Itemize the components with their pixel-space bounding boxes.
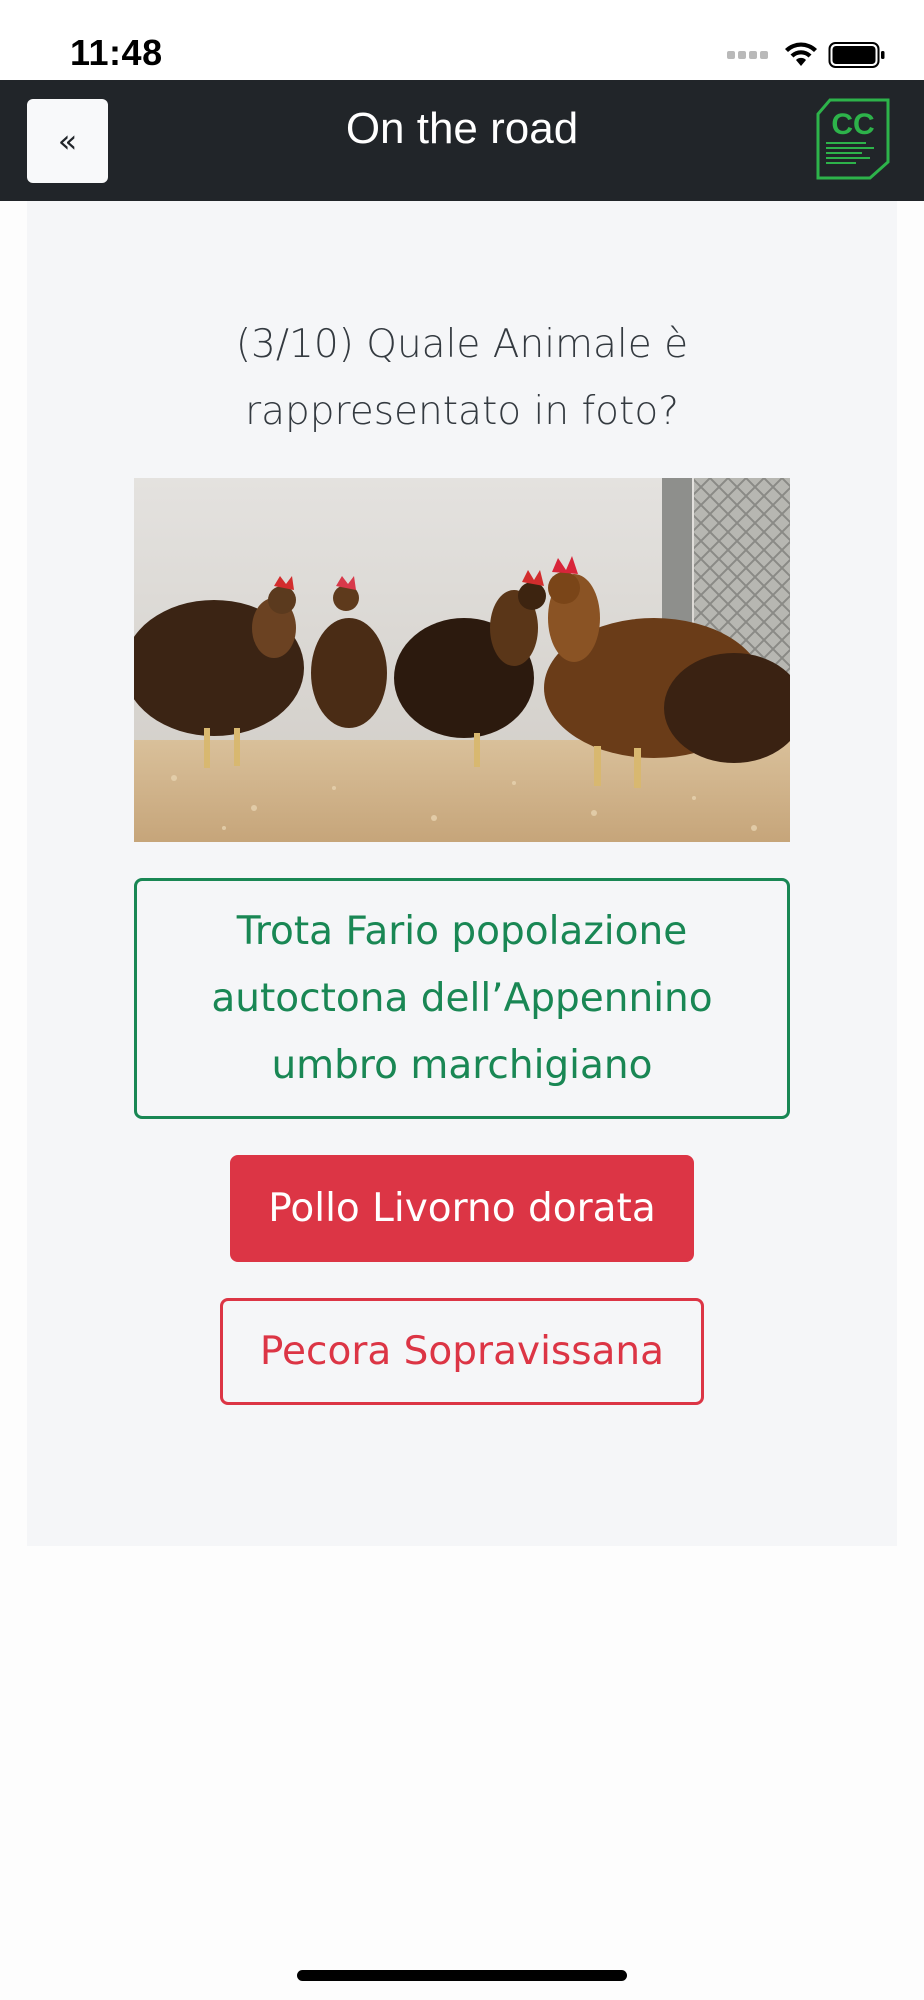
answer-1-line-2: autoctona dell’Appennino xyxy=(211,976,713,1021)
answer-option-3[interactable]: Pecora Sopravissana xyxy=(220,1298,704,1405)
signal-icon xyxy=(727,51,768,59)
answer-option-2[interactable]: Pollo Livorno dorata xyxy=(230,1155,694,1262)
question-line-1: (3/10) Quale Animale è xyxy=(235,322,689,367)
answer-option-1[interactable]: Trota Fario popolazione autoctona dell’A… xyxy=(134,878,790,1119)
battery-icon xyxy=(828,42,885,68)
page-title: On the road xyxy=(345,104,579,153)
chicken-photo xyxy=(134,478,790,842)
logo-text: CC xyxy=(831,108,874,141)
status-time: 11:48 xyxy=(70,32,163,73)
answer-1-line-3: umbro marchigiano xyxy=(271,1043,653,1088)
question-line-2: rappresentato in foto? xyxy=(245,389,679,434)
quiz-card: (3/10) Quale Animale è rappresentato in … xyxy=(27,201,897,1546)
status-bar: 11:48 xyxy=(0,0,924,80)
question-text: (3/10) Quale Animale è rappresentato in … xyxy=(27,311,897,445)
answer-1-line-1: Trota Fario popolazione xyxy=(236,909,688,954)
status-icons xyxy=(727,38,886,72)
wifi-icon xyxy=(785,42,817,66)
cc-logo-icon: CC xyxy=(816,98,890,180)
top-navbar: « On the road CC xyxy=(0,80,924,201)
home-indicator xyxy=(297,1970,627,1981)
